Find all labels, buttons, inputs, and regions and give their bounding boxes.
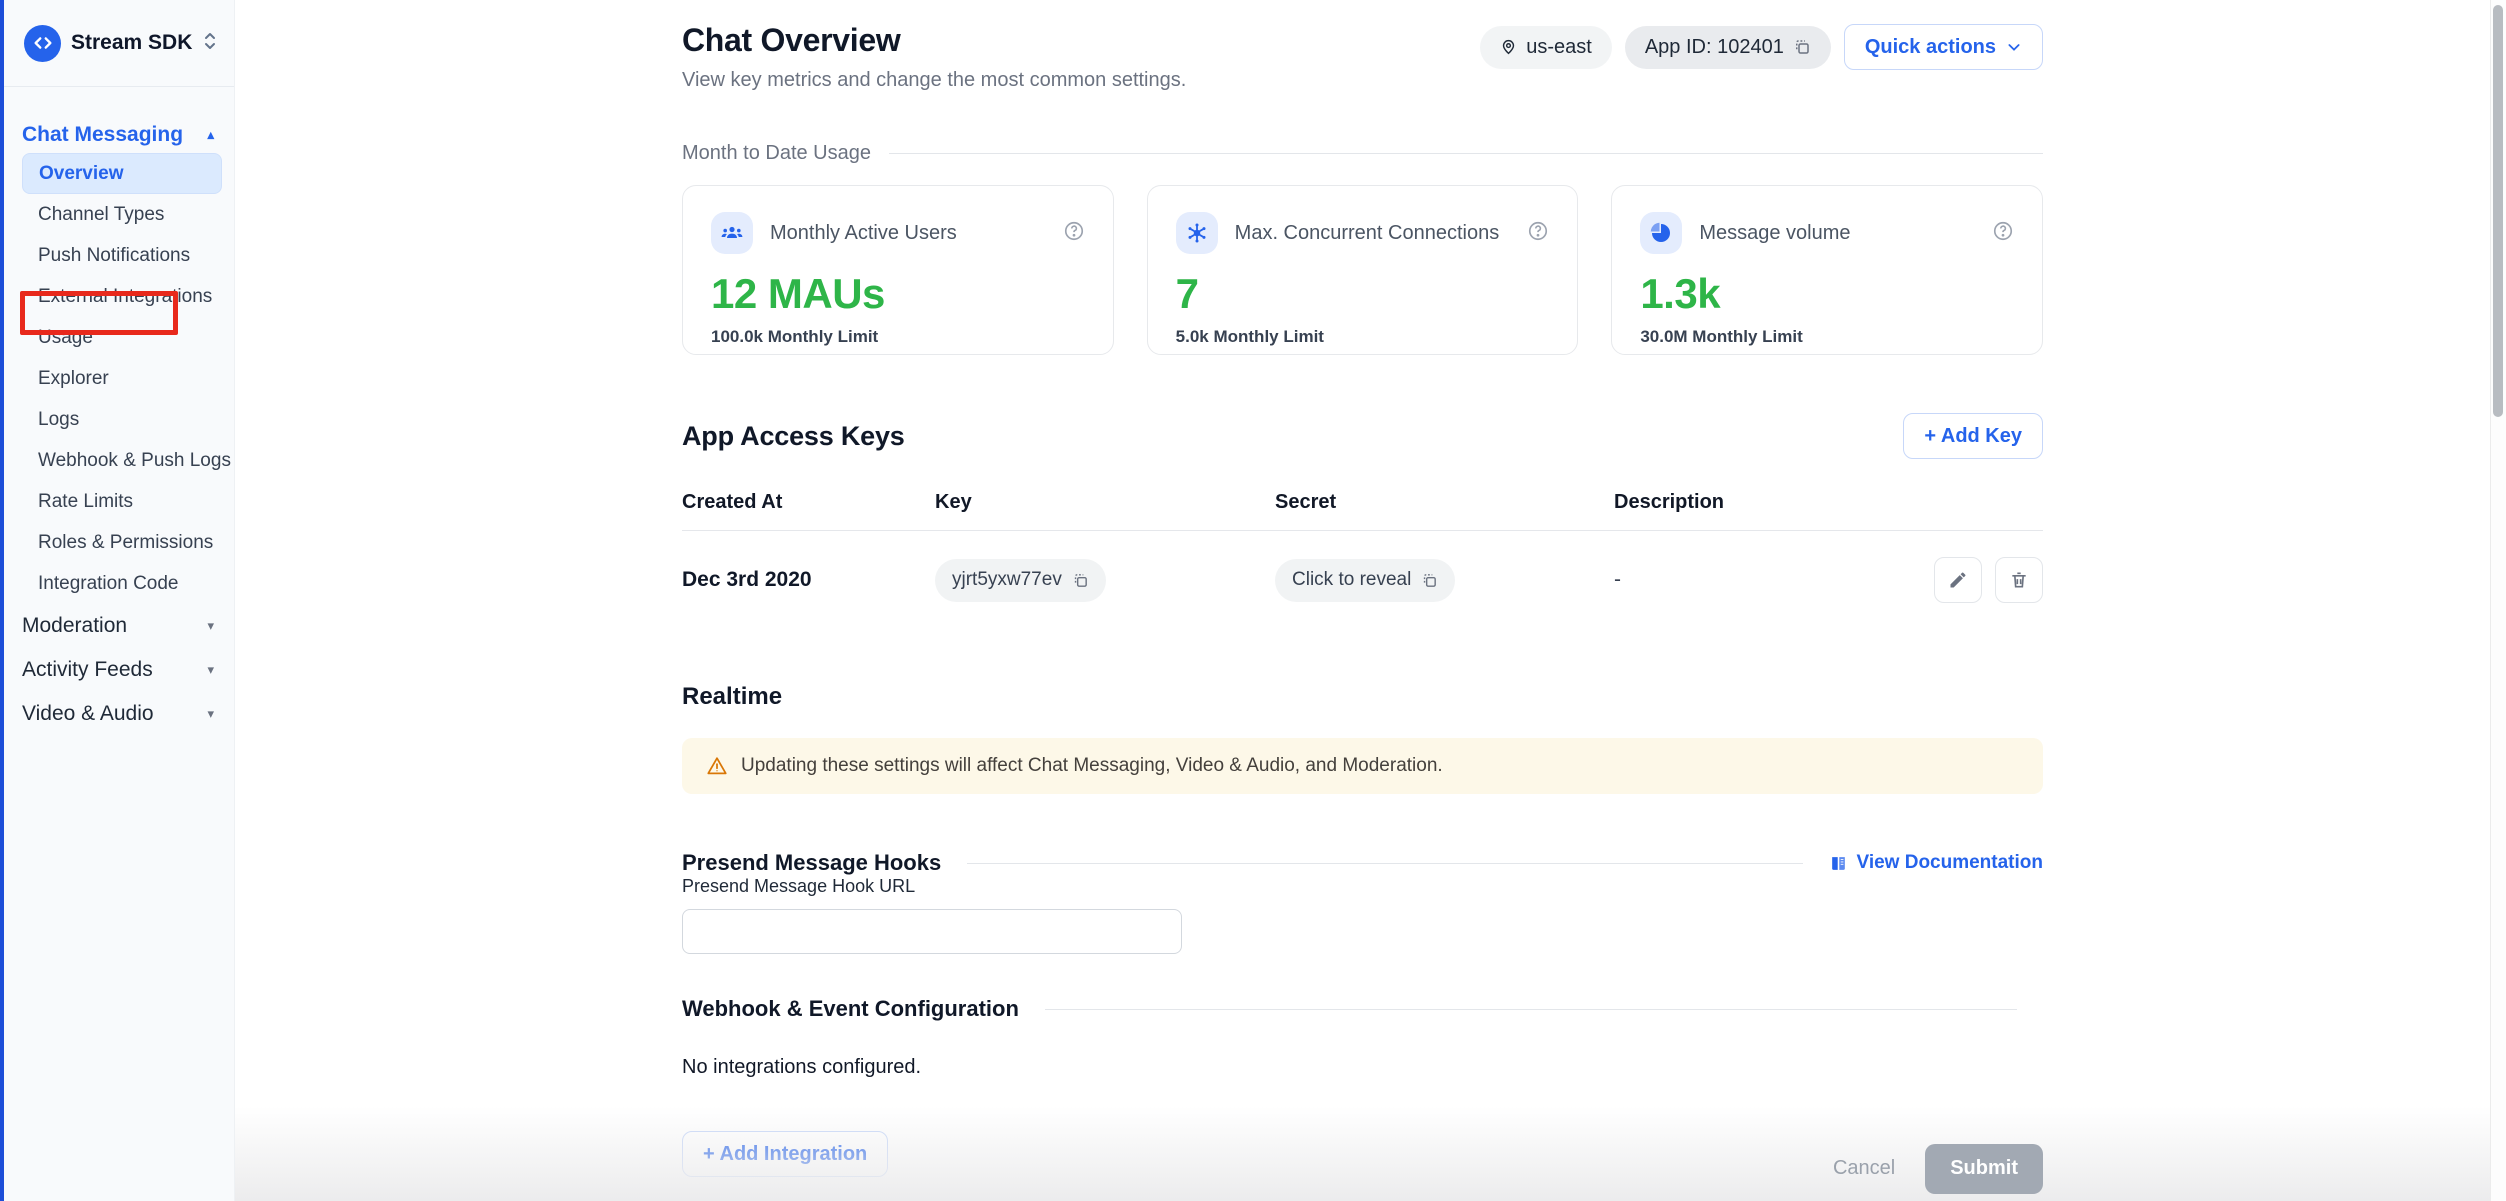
add-key-button[interactable]: + Add Key — [1903, 413, 2043, 459]
card-max-concurrent-connections: Max. Concurrent Connections 7 5.0k Month… — [1147, 185, 1579, 355]
card-title: Monthly Active Users — [770, 222, 1063, 245]
sidebar-item-overview[interactable]: Overview — [22, 153, 222, 194]
card-title: Message volume — [1699, 222, 1992, 245]
collapse-down-icon: ▾ — [207, 618, 214, 634]
column-created-at: Created At — [682, 491, 935, 514]
help-icon[interactable] — [1992, 220, 2014, 247]
chevron-down-icon — [2006, 39, 2022, 55]
delete-key-button[interactable] — [1995, 557, 2043, 603]
main-area: Chat Overview View key metrics and chang… — [235, 0, 2506, 1201]
sidebar-nav: Chat Messaging ▴ Overview Channel Types … — [0, 87, 234, 736]
card-message-volume: Message volume 1.3k 30.0M Monthly Limit — [1611, 185, 2043, 355]
sidebar-item-logs[interactable]: Logs — [22, 399, 222, 440]
page-subtitle: View key metrics and change the most com… — [682, 69, 1186, 92]
location-pin-icon — [1500, 37, 1517, 57]
view-documentation-link[interactable]: View Documentation — [1829, 852, 2043, 874]
card-limit: 30.0M Monthly Limit — [1640, 327, 2014, 347]
sidebar-item-usage[interactable]: Usage — [22, 317, 222, 358]
copy-icon — [1072, 572, 1089, 589]
sidebar-item-integration-code[interactable]: Integration Code — [22, 563, 222, 604]
key-created-at: Dec 3rd 2020 — [682, 568, 935, 592]
api-key-chip[interactable]: yjrt5yxw77ev — [935, 559, 1106, 602]
copy-icon — [1793, 38, 1811, 56]
submit-button[interactable]: Submit — [1925, 1144, 2043, 1194]
collapse-down-icon: ▾ — [207, 662, 214, 678]
card-value: 12 MAUs — [711, 270, 1085, 318]
card-limit: 100.0k Monthly Limit — [711, 327, 1085, 347]
realtime-title: Realtime — [682, 683, 2043, 711]
divider — [1045, 1009, 2017, 1010]
sidebar-item-push-notifications[interactable]: Push Notifications — [22, 235, 222, 276]
divider — [889, 153, 2043, 154]
help-icon[interactable] — [1063, 220, 1085, 247]
card-value: 1.3k — [1640, 270, 2014, 318]
nav-group-activity-feeds[interactable]: Activity Feeds ▾ — [0, 648, 234, 692]
quick-actions-button[interactable]: Quick actions — [1844, 24, 2043, 70]
page-header: Chat Overview View key metrics and chang… — [682, 22, 2043, 92]
pie-chart-icon — [1640, 212, 1682, 254]
column-key: Key — [935, 491, 1275, 514]
edit-key-button[interactable] — [1934, 557, 1982, 603]
no-integrations-text: No integrations configured. — [682, 1056, 2043, 1079]
cancel-button[interactable]: Cancel — [1833, 1157, 1895, 1180]
presend-url-input[interactable] — [682, 909, 1182, 954]
workspace-switcher-icon — [202, 30, 218, 57]
users-icon — [711, 212, 753, 254]
sidebar-item-webhook-push-logs[interactable]: Webhook & Push Logs — [22, 440, 222, 481]
warning-icon — [706, 755, 728, 777]
copy-icon — [1421, 572, 1438, 589]
table-row: Dec 3rd 2020 yjrt5yxw77ev Click to revea… — [682, 531, 2043, 603]
card-monthly-active-users: Monthly Active Users 12 MAUs 100.0k Mont… — [682, 185, 1114, 355]
pencil-icon — [1948, 570, 1968, 590]
sidebar-item-roles-permissions[interactable]: Roles & Permissions — [22, 522, 222, 563]
scrollbar-thumb[interactable] — [2493, 5, 2503, 417]
trash-icon — [2009, 570, 2029, 590]
nav-group-moderation[interactable]: Moderation ▾ — [0, 604, 234, 648]
region-badge[interactable]: us-east — [1480, 26, 1612, 69]
column-secret: Secret — [1275, 491, 1614, 514]
help-icon[interactable] — [1527, 220, 1549, 247]
sidebar: Stream SDK - Rea... Chat Messaging ▴ Ove… — [0, 0, 235, 1201]
webhook-config-title: Webhook & Event Configuration — [682, 996, 1019, 1022]
access-keys-table: Created At Key Secret Description Dec 3r… — [682, 491, 2043, 603]
column-description: Description — [1614, 491, 1913, 514]
network-icon — [1176, 212, 1218, 254]
access-keys-title: App Access Keys — [682, 421, 905, 452]
page-title: Chat Overview — [682, 22, 1186, 59]
warning-text: Updating these settings will affect Chat… — [741, 755, 1443, 777]
app-id-badge[interactable]: App ID: 102401 — [1625, 26, 1831, 69]
workspace-selector[interactable]: Stream SDK - Rea... — [0, 0, 234, 87]
card-value: 7 — [1176, 270, 1550, 318]
presend-hooks-title: Presend Message Hooks — [682, 850, 941, 876]
collapse-up-icon: ▴ — [207, 127, 214, 143]
stream-logo-icon — [24, 25, 61, 62]
divider — [967, 863, 1803, 864]
book-icon — [1829, 854, 1848, 873]
card-title: Max. Concurrent Connections — [1235, 222, 1528, 245]
usage-section-label: Month to Date Usage — [682, 142, 871, 165]
workspace-name: Stream SDK - Rea... — [71, 31, 198, 55]
warning-banner: Updating these settings will affect Chat… — [682, 738, 2043, 794]
sidebar-item-external-integrations[interactable]: External Integrations — [22, 276, 222, 317]
footer-bar: Cancel Submit — [235, 1106, 2506, 1201]
key-description: - — [1614, 568, 1913, 592]
collapse-down-icon: ▾ — [207, 706, 214, 722]
scrollbar-track[interactable] — [2490, 0, 2506, 1201]
nav-group-video-audio[interactable]: Video & Audio ▾ — [0, 692, 234, 736]
presend-url-label: Presend Message Hook URL — [682, 876, 915, 896]
card-limit: 5.0k Monthly Limit — [1176, 327, 1550, 347]
usage-cards: Monthly Active Users 12 MAUs 100.0k Mont… — [682, 185, 2043, 355]
sidebar-item-channel-types[interactable]: Channel Types — [22, 194, 222, 235]
sidebar-item-explorer[interactable]: Explorer — [22, 358, 222, 399]
nav-group-chat-messaging[interactable]: Chat Messaging ▴ — [0, 117, 234, 153]
sidebar-item-rate-limits[interactable]: Rate Limits — [22, 481, 222, 522]
secret-reveal-chip[interactable]: Click to reveal — [1275, 559, 1455, 602]
